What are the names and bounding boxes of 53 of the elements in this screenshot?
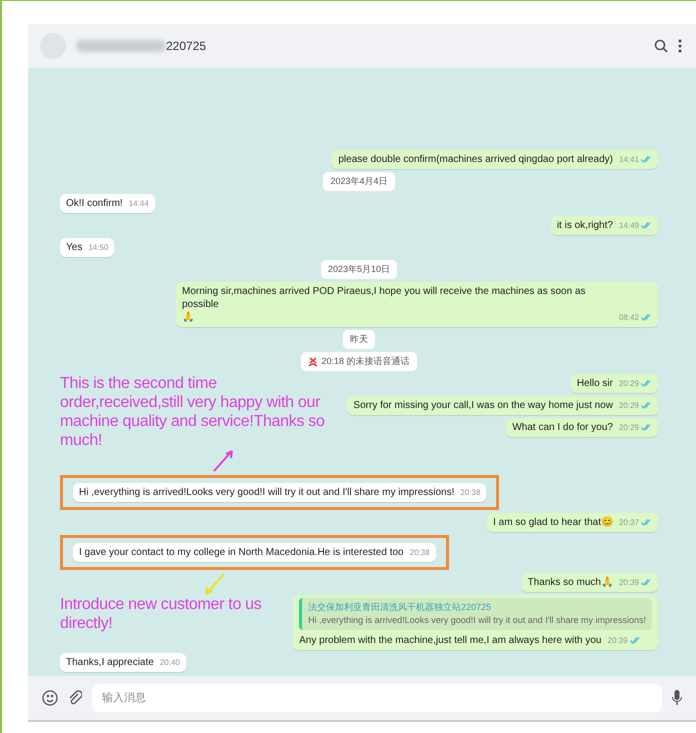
menu-icon[interactable] bbox=[678, 39, 682, 53]
annotation-text: Introduce new customer to us directly! bbox=[60, 595, 262, 633]
message-text: Thanks so much🙏 bbox=[528, 576, 613, 589]
message-text: Ok!I confirm! bbox=[66, 197, 123, 210]
double-check-icon bbox=[641, 314, 652, 321]
search-icon[interactable] bbox=[654, 39, 668, 53]
double-check-icon bbox=[641, 402, 652, 409]
message-time: 20:38 bbox=[460, 487, 480, 499]
double-check-icon bbox=[641, 579, 652, 586]
message-time: 20:38 bbox=[410, 547, 430, 559]
quote-author: 法交保加利亚青田清洗风干机器独立站220725 bbox=[308, 601, 492, 614]
message-text: Hello sir bbox=[576, 377, 613, 390]
message-input[interactable]: 输入消息 bbox=[92, 684, 662, 712]
message-time: 20:40 bbox=[160, 657, 180, 669]
date-label: 2023年5月10日 bbox=[320, 260, 398, 279]
message-time: 14:49 bbox=[618, 219, 652, 232]
double-check-icon bbox=[641, 380, 652, 387]
double-check-icon bbox=[641, 519, 652, 526]
date-label: 昨天 bbox=[343, 330, 375, 349]
message-text: Any problem with the machine,just tell me,I am always here with you bbox=[299, 634, 602, 647]
message-time: 20:37 bbox=[618, 516, 652, 529]
message-time: 20:29 bbox=[618, 377, 652, 390]
message-time: 20:39 bbox=[618, 576, 652, 589]
message-time: 14:41 bbox=[618, 153, 652, 166]
date-label: 2023年4月4日 bbox=[323, 172, 395, 191]
message-text: please double confirm(machines arrived qingdao port already) bbox=[338, 153, 613, 166]
double-check-icon bbox=[641, 156, 652, 163]
emoji-icon[interactable] bbox=[42, 690, 58, 706]
double-check-icon bbox=[630, 637, 641, 644]
message-time: 20:39 bbox=[608, 634, 641, 647]
message-text: What can I do for you? bbox=[512, 421, 613, 434]
message-text: Thanks,I appreciate bbox=[66, 656, 154, 669]
contact-name: 220725 bbox=[166, 39, 208, 53]
message-text: Hi ,everything is arrived!Looks very good!I will try it out and I'll share my impressions! bbox=[79, 486, 454, 499]
message-time: 14:44 bbox=[128, 198, 149, 210]
missed-call-notice: 20:18 的未接语音通话 bbox=[301, 352, 417, 371]
message-time: 20:29 bbox=[618, 399, 652, 412]
message-time: 08:42 bbox=[618, 311, 652, 324]
double-check-icon bbox=[641, 222, 652, 229]
double-check-icon bbox=[641, 424, 652, 431]
quote-text: Hi ,everything is arrived!Looks very good!I will try it out and I'll share my impressions! bbox=[308, 614, 646, 627]
message-time: 20:29 bbox=[618, 421, 652, 434]
message-text: Sorry for missing your call,I was on the way home just now bbox=[353, 399, 613, 412]
paperclip-icon[interactable] bbox=[68, 690, 82, 706]
message-text: it is ok,right? bbox=[556, 219, 613, 232]
message-text: Morning sir,machines arrived POD Piraeus,I hope you will receive the machines as soon as possible 🙏 bbox=[182, 285, 587, 324]
message-text: Yes bbox=[66, 241, 82, 254]
message-time: 14:50 bbox=[88, 242, 108, 254]
annotation-text: This is the second time order,received,still very happy with our machine quality and service!Thanks so much! bbox=[60, 374, 326, 450]
missed-call-icon bbox=[308, 356, 318, 366]
message-text: I gave your contact to my college in North Macedonia.He is interested too bbox=[79, 546, 404, 559]
microphone-icon[interactable] bbox=[672, 690, 682, 706]
message-text: I am so glad to hear that😊 bbox=[493, 516, 613, 529]
